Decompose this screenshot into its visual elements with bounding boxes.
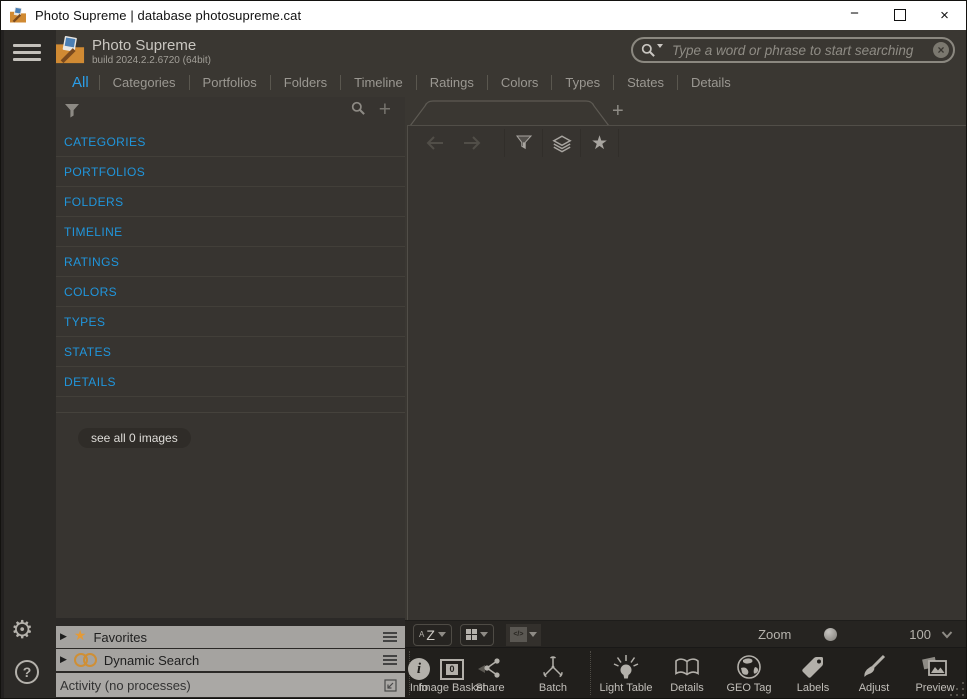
zoom-value[interactable]: 100	[909, 627, 931, 642]
tab-all[interactable]: All	[62, 74, 99, 91]
catalog-add-icon[interactable]: +	[379, 100, 391, 120]
catalog-item-portfolios[interactable]: PORTFOLIOS	[52, 157, 405, 187]
search-icon	[641, 43, 663, 58]
viewer-filter-icon[interactable]	[504, 129, 542, 157]
action-bar: i Info 0 Image Basket Share Batch Light …	[405, 647, 967, 699]
search-clear-icon[interactable]: ×	[933, 42, 949, 58]
view-dropdown-icon	[480, 632, 488, 637]
favorites-star-icon: ★	[74, 628, 87, 644]
photo-supreme-logo-icon	[55, 35, 85, 65]
close-button[interactable]: ×	[922, 0, 967, 30]
viewer-panel: ★	[407, 125, 967, 620]
see-all-images-button[interactable]: see all 0 images	[78, 428, 191, 448]
tab-details[interactable]: Details	[678, 75, 744, 90]
dynamic-search-label: Dynamic Search	[104, 653, 376, 668]
minimize-button[interactable]: −	[832, 0, 877, 30]
left-bottom-panels: ▶ ★ Favorites ▶ Dynamic Search Activity …	[52, 618, 405, 699]
search-box[interactable]: ×	[631, 37, 955, 63]
viewer-area: + ★	[405, 97, 967, 620]
catalog-panel: + CATEGORIES PORTFOLIOS FOLDERS TIMELINE…	[52, 97, 405, 618]
resize-grip[interactable]	[962, 694, 964, 696]
batch-icon	[513, 650, 593, 680]
tab-types[interactable]: Types	[552, 75, 613, 90]
title-bar: Photo Supreme | database photosupreme.ca…	[0, 0, 967, 30]
left-rail: ⚙ ?	[0, 30, 56, 699]
grid-view-icon	[466, 629, 477, 640]
help-icon[interactable]: ?	[15, 660, 39, 684]
catalog-search-icon[interactable]	[351, 101, 366, 121]
sort-order-button[interactable]: AZ	[413, 624, 452, 646]
preview-images-icon	[895, 650, 967, 680]
zoom-label: Zoom	[758, 627, 791, 642]
viewer-bottom-toolbar: AZ </> Zoom 100	[405, 620, 967, 648]
new-tab-icon[interactable]: +	[612, 100, 624, 123]
favorites-label: Favorites	[93, 630, 376, 645]
zoom-dropdown-icon[interactable]	[941, 630, 953, 639]
window-title: Photo Supreme | database photosupreme.ca…	[35, 8, 301, 23]
catalog-item-types[interactable]: TYPES	[52, 307, 405, 337]
catalog-item-states[interactable]: STATES	[52, 337, 405, 367]
app-brand: Photo Supreme build 2024.2.2.6720 (64bit…	[55, 32, 211, 66]
maximize-icon	[894, 9, 906, 21]
catalog-item-folders[interactable]: FOLDERS	[52, 187, 405, 217]
thumbnail-info-button[interactable]: </>	[506, 624, 541, 646]
activity-log-icon[interactable]	[384, 679, 397, 692]
tab-timeline[interactable]: Timeline	[341, 75, 416, 90]
activity-panel[interactable]: Activity (no processes)	[52, 673, 405, 697]
rating-star-icon[interactable]: ★	[580, 129, 619, 157]
dynamic-search-icon	[74, 653, 97, 667]
expand-triangle-icon[interactable]: ▶	[60, 655, 67, 665]
tab-states[interactable]: States	[614, 75, 677, 90]
tab-categories[interactable]: Categories	[100, 75, 189, 90]
tab-folders[interactable]: Folders	[271, 75, 340, 90]
thumbnail-view-button[interactable]	[460, 624, 494, 646]
activity-label: Activity (no processes)	[60, 678, 384, 693]
search-scope-dropdown-icon[interactable]	[657, 44, 663, 48]
action-preview[interactable]: Preview	[895, 650, 967, 694]
expand-triangle-icon[interactable]: ▶	[60, 632, 67, 642]
catalog-item-timeline[interactable]: TIMELINE	[52, 217, 405, 247]
build-info: build 2024.2.2.6720 (64bit)	[92, 55, 211, 66]
app-name: Photo Supreme	[92, 36, 211, 55]
dynamic-search-menu-icon[interactable]	[383, 655, 397, 665]
filter-icon[interactable]	[64, 103, 80, 124]
catalog-item-colors[interactable]: COLORS	[52, 277, 405, 307]
catalog-item-ratings[interactable]: RATINGS	[52, 247, 405, 277]
app-logo-icon	[9, 7, 27, 23]
settings-gear-icon[interactable]: ⚙	[11, 616, 33, 644]
tab-colors[interactable]: Colors	[488, 75, 552, 90]
dynamic-search-panel-header[interactable]: ▶ Dynamic Search	[52, 649, 405, 671]
collection-tab[interactable]	[410, 99, 610, 126]
catalog-separator	[52, 412, 405, 413]
catalog-list: CATEGORIES PORTFOLIOS FOLDERS TIMELINE R…	[52, 127, 405, 397]
catalog-toolbar: +	[52, 97, 405, 127]
favorites-menu-icon[interactable]	[383, 632, 397, 642]
zoom-slider[interactable]	[824, 628, 837, 641]
info-dropdown-icon	[529, 632, 537, 637]
tab-ratings[interactable]: Ratings	[417, 75, 487, 90]
code-tag-icon: </>	[510, 627, 527, 642]
viewer-nav-toolbar: ★	[408, 126, 967, 160]
catalog-item-categories[interactable]: CATEGORIES	[52, 127, 405, 157]
sort-dropdown-icon	[438, 632, 446, 637]
stacks-icon[interactable]	[542, 129, 580, 157]
maximize-button[interactable]	[877, 0, 922, 30]
main-menu-icon[interactable]	[13, 44, 41, 61]
back-icon[interactable]	[416, 129, 453, 157]
forward-icon[interactable]	[453, 129, 490, 157]
view-tab-bar: All Categories Portfolios Folders Timeli…	[52, 68, 967, 97]
search-input[interactable]	[670, 42, 933, 59]
app-header: Photo Supreme build 2024.2.2.6720 (64bit…	[0, 30, 967, 68]
action-batch[interactable]: Batch	[513, 650, 593, 694]
catalog-item-details[interactable]: DETAILS	[52, 367, 405, 397]
favorites-panel-header[interactable]: ▶ ★ Favorites	[52, 626, 405, 648]
tab-portfolios[interactable]: Portfolios	[190, 75, 270, 90]
